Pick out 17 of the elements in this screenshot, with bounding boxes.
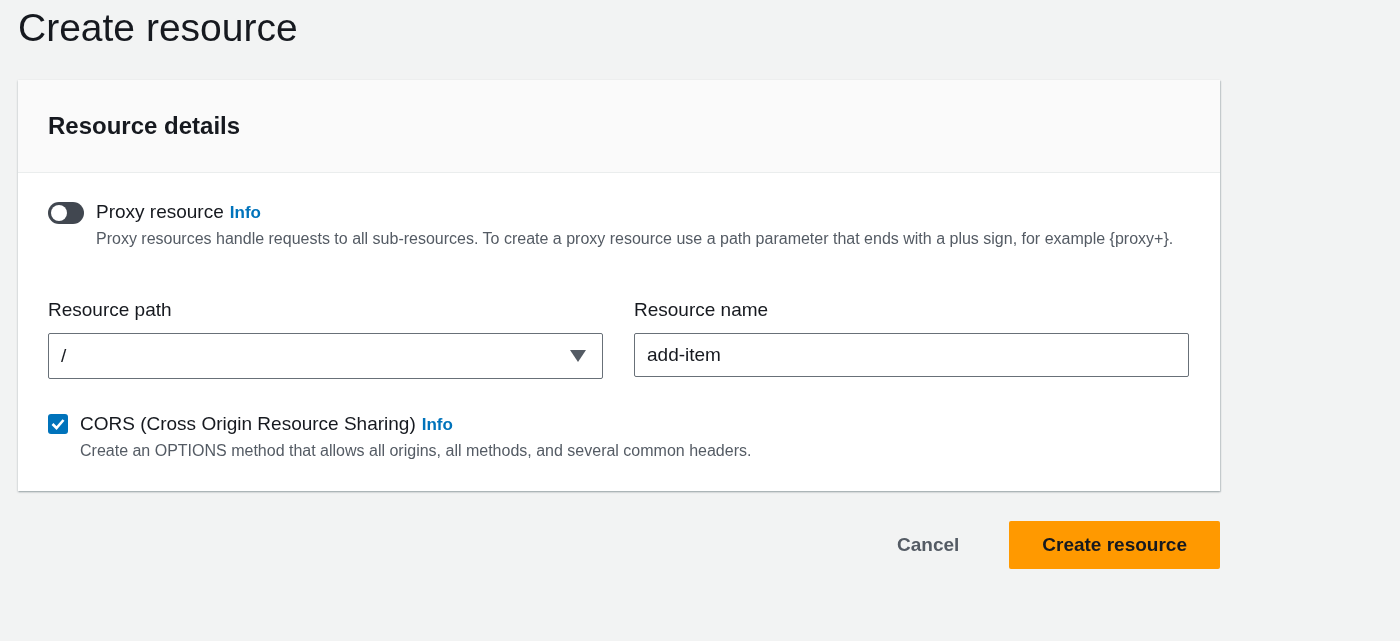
checkbox-label: CORS (Cross Origin Resource Sharing) [80,413,416,435]
create-button[interactable]: Create resource [1009,521,1220,569]
toggle-description: Proxy resources handle requests to all sub-resources. To create a proxy resource use a path parameter that ends with a plus sign, for example {proxy+}. [96,229,1174,249]
checkbox[interactable] [48,414,68,434]
page-title: Create resource [18,6,299,50]
checkbox-description: Create an OPTIONS method that allows all origins, all methods, and several common headers. [80,441,752,461]
input-field[interactable]: add-item [634,333,1189,377]
info-link[interactable]: Info [229,203,261,223]
toggle-switch[interactable] [48,202,84,224]
select-field[interactable]: / [48,333,603,379]
panel-title: Resource details [48,112,242,140]
field-label: Resource path [48,299,173,321]
caret-icon [570,350,586,362]
field-label: Resource name [634,299,770,321]
cancel-button[interactable]: Cancel [877,521,980,569]
info-link[interactable]: Info [421,415,453,435]
toggle-label: Proxy resource [96,201,224,223]
